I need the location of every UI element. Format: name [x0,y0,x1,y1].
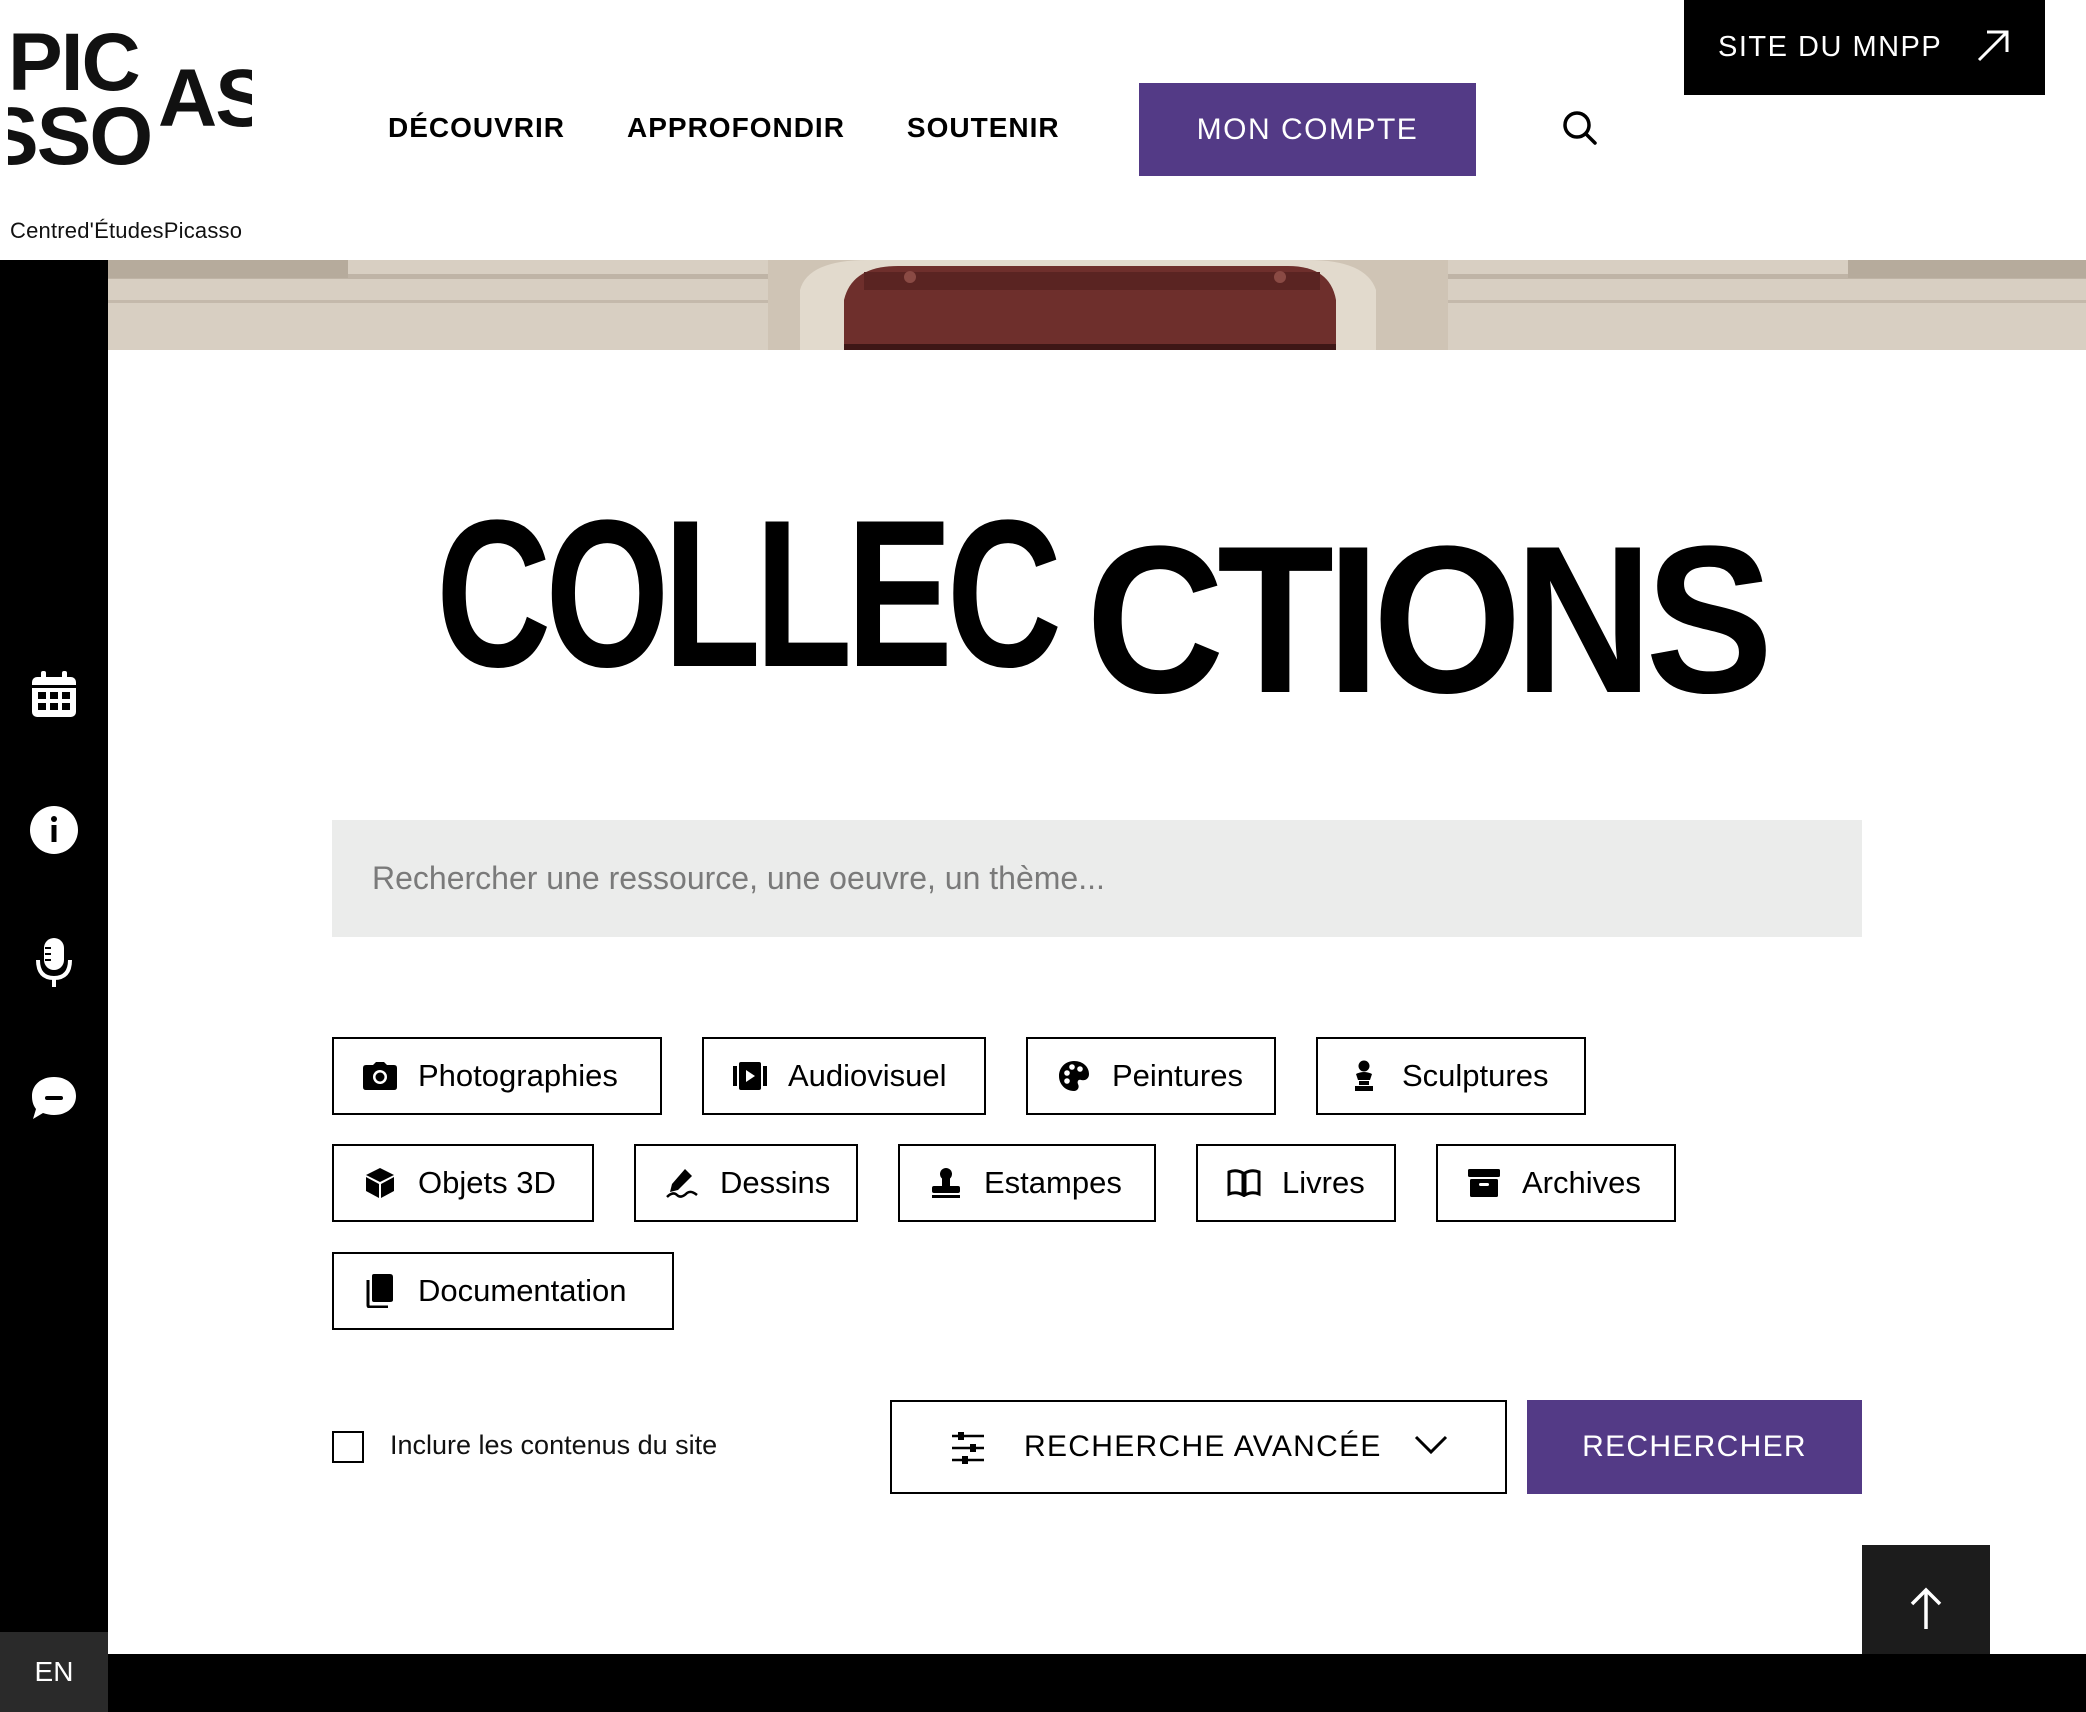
category-label: Estampes [984,1165,1122,1200]
category-label: Objets 3D [418,1165,556,1200]
category-label: Dessins [720,1165,831,1200]
video-icon [732,1058,768,1094]
category-label: Audiovisuel [788,1058,947,1093]
palette-icon [1056,1058,1092,1094]
nav-item-approfondir[interactable]: APPROFONDIR [627,112,845,144]
chevron-down-icon [1414,1434,1448,1461]
stamp-icon [928,1165,964,1201]
microphone-icon[interactable] [26,934,82,990]
site-header: PIC AS SSO Centred'ÉtudesPicasso DÉCOUVR… [0,0,2086,260]
external-site-button[interactable]: SITE DU MNPP [1684,0,2045,95]
nav-item-soutenir[interactable]: SOUTENIR [907,112,1060,144]
page-title-part2: CTIONS [1086,502,1766,726]
chat-icon[interactable] [26,1070,82,1126]
logo-mark: PIC AS SSO [8,17,252,182]
cube-icon [362,1165,398,1201]
left-sidebar: EN [0,260,108,1712]
calendar-icon[interactable] [26,666,82,722]
svg-text:AS: AS [158,53,252,144]
category-objets-3d[interactable]: Objets 3D [332,1144,594,1222]
pen-icon [664,1165,700,1201]
page-title-part1: COLLEC [436,486,1058,711]
category-label: Archives [1522,1165,1641,1200]
search-submit-button[interactable]: RECHERCHER [1527,1400,1862,1494]
info-icon[interactable] [26,802,82,858]
logo-subtitle: Centred'ÉtudesPicasso [10,218,243,243]
search-icon[interactable] [1560,108,1600,148]
account-button[interactable]: MON COMPTE [1139,83,1476,176]
main-nav: DÉCOUVRIR APPROFONDIR SOUTENIR [388,112,1122,144]
advanced-search-label: RECHERCHE AVANCÉE [1024,1430,1382,1463]
category-dessins[interactable]: Dessins [634,1144,858,1222]
category-label: Peintures [1112,1058,1243,1093]
category-label: Documentation [418,1273,627,1308]
search-input[interactable] [332,820,1862,937]
book-icon [1226,1165,1262,1201]
category-peintures[interactable]: Peintures [1026,1037,1276,1115]
hero-banner-image [108,260,2086,350]
include-site-label: Inclure les contenus du site [390,1430,718,1460]
include-site-checkbox[interactable] [332,1431,364,1463]
nav-item-decouvrir[interactable]: DÉCOUVRIR [388,112,565,144]
category-estampes[interactable]: Estampes [898,1144,1156,1222]
sculpture-icon [1346,1058,1382,1094]
arrow-up-icon [1910,1587,1942,1629]
camera-icon [362,1058,398,1094]
category-label: Sculptures [1402,1058,1549,1093]
picasso-logo[interactable]: PIC AS SSO Centred'ÉtudesPicasso [0,0,260,260]
category-photographies[interactable]: Photographies [332,1037,662,1115]
page-title: COLLEC CTIONS [436,486,1766,726]
external-site-label: SITE DU MNPP [1718,31,1943,63]
language-switch[interactable]: EN [0,1632,108,1712]
advanced-search-button[interactable]: RECHERCHE AVANCÉE [890,1400,1507,1494]
footer-strip [108,1654,2086,1712]
category-archives[interactable]: Archives [1436,1144,1676,1222]
svg-text:SSO: SSO [8,91,151,182]
documents-icon [362,1273,398,1309]
arrow-up-right-icon [1977,30,2009,62]
category-sculptures[interactable]: Sculptures [1316,1037,1586,1115]
category-label: Livres [1282,1165,1365,1200]
category-audiovisuel[interactable]: Audiovisuel [702,1037,986,1115]
category-label: Photographies [418,1058,618,1093]
archive-icon [1466,1165,1502,1201]
sliders-icon [950,1430,986,1471]
category-livres[interactable]: Livres [1196,1144,1396,1222]
category-documentation[interactable]: Documentation [332,1252,674,1330]
